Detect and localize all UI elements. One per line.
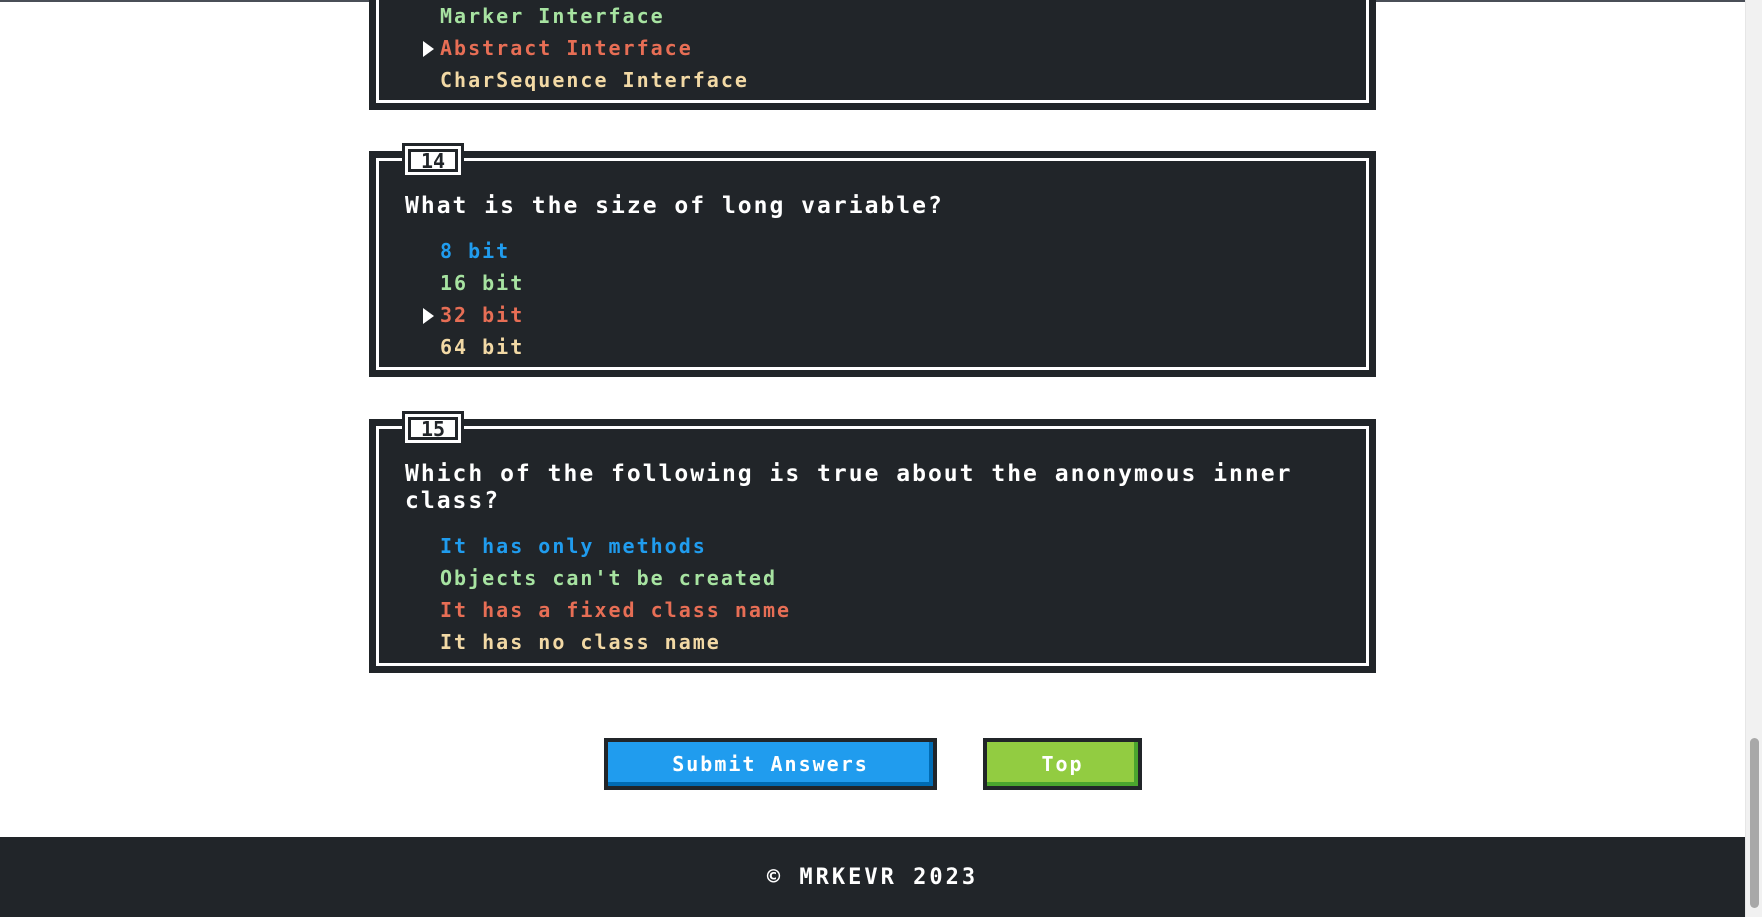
question-number-badge: 14 [402,143,464,178]
answer-option-label: Abstract Interface [440,36,693,60]
page-footer: © MRKEVR 2023 [0,837,1745,917]
answer-option[interactable]: It has no class name [423,626,1342,658]
answer-option-label: 32 bit [440,303,525,327]
question-text: Which of the following is true about the… [405,461,1293,514]
answer-option-label: 64 bit [440,335,525,359]
answer-option-label: It has no class name [440,630,721,654]
question-card-15: 15 Which of the following is true about … [369,411,1376,673]
question-number-badge: 15 [402,411,464,446]
answer-option[interactable]: 16 bit [423,267,1342,299]
answer-option[interactable]: 64 bit [423,331,1342,363]
answer-options: It has only methods Objects can't be cre… [423,530,1342,658]
scrollbar-thumb[interactable] [1750,738,1759,908]
answer-option[interactable]: It has only methods [423,530,1342,562]
answer-option-label: 8 bit [440,239,511,263]
answer-options: 8 bit 16 bit 32 bit 64 bit [423,235,1342,363]
answer-option-label: Marker Interface [440,4,665,28]
action-buttons: Submit Answers Top [0,738,1745,790]
answer-option-selected[interactable]: 32 bit [423,299,1342,331]
selection-pointer-icon [423,308,434,324]
answer-option-label: CharSequence Interface [440,68,749,92]
question-card-13: Marker Interface Abstract Interface Char… [369,0,1376,110]
scroll-top-button[interactable]: Top [983,738,1142,790]
answer-options: Marker Interface Abstract Interface Char… [423,0,1342,96]
question-card-14: 14 What is the size of long variable? 8 … [369,143,1376,377]
answer-option-label: It has a fixed class name [440,598,792,622]
answer-option[interactable]: CharSequence Interface [423,64,1342,96]
copyright-text: © MRKEVR 2023 [766,864,979,890]
page-viewport: Marker Interface Abstract Interface Char… [0,0,1762,917]
answer-option[interactable]: Marker Interface [423,0,1342,32]
answer-option[interactable]: 8 bit [423,235,1342,267]
question-number: 15 [408,417,458,441]
question-number: 14 [408,149,458,173]
submit-answers-button[interactable]: Submit Answers [604,738,937,790]
question-text: What is the size of long variable? [405,193,944,219]
vertical-scrollbar[interactable] [1745,0,1762,917]
selection-pointer-icon [423,41,434,57]
answer-option-label: It has only methods [440,534,707,558]
answer-option[interactable]: It has a fixed class name [423,594,1342,626]
answer-option-label: 16 bit [440,271,525,295]
answer-option-selected[interactable]: Abstract Interface [423,32,1342,64]
answer-option[interactable]: Objects can't be created [423,562,1342,594]
answer-option-label: Objects can't be created [440,566,777,590]
